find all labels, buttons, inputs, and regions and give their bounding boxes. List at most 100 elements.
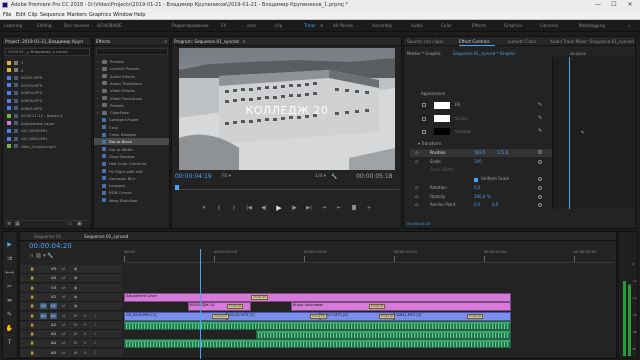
stroke-color-swatch[interactable]: [434, 115, 450, 122]
program-timecode[interactable]: 00:00:04:19: [175, 173, 212, 180]
sync-lock-icon[interactable]: ⇄: [62, 275, 65, 281]
effects-item[interactable]: Lowpass: [94, 182, 169, 189]
tab-lumetri-color[interactable]: Lumetri Color: [508, 38, 536, 45]
add-marker-icon[interactable]: ▾: [43, 253, 46, 259]
disclosure-icon[interactable]: ›: [97, 58, 99, 65]
marker-icon[interactable]: ▾: [201, 205, 207, 211]
go-to-out-icon[interactable]: ▶|: [306, 205, 312, 211]
eyedropper-icon[interactable]: ✎: [538, 102, 542, 108]
workspace-graphics[interactable]: Graphics: [504, 22, 523, 29]
solo-icon[interactable]: S: [84, 313, 86, 319]
microphone-icon[interactable]: ♪: [94, 331, 96, 337]
transition-marker[interactable]: Cross Di: [467, 313, 484, 319]
effects-menu-icon[interactable]: ≡: [164, 38, 168, 45]
go-to-in-icon[interactable]: |◀: [246, 205, 252, 211]
transition-marker[interactable]: Cross Di: [310, 313, 327, 319]
project-item[interactable]: 4: [5, 67, 89, 74]
insert-icon[interactable]: ⇥: [321, 205, 327, 211]
workspace-metalogging[interactable]: Metalogging: [579, 22, 605, 29]
rotation-value[interactable]: 0,0: [474, 185, 480, 191]
eye-icon[interactable]: ◉: [74, 275, 77, 281]
workspace-libraries[interactable]: Libraries: [540, 22, 558, 29]
lock-icon[interactable]: 🔒: [30, 275, 34, 281]
workspace-editing[interactable]: Editing: [37, 22, 52, 29]
mini-timeline[interactable]: ↖: [552, 57, 634, 209]
track-target[interactable]: V1: [40, 303, 48, 310]
disclosure-icon[interactable]: ›: [97, 109, 99, 116]
track-label[interactable]: A4: [50, 340, 57, 346]
effects-item[interactable]: Drop Shadow: [94, 153, 169, 160]
minimize-icon[interactable]: —: [590, 0, 606, 10]
program-title[interactable]: Program: Sequence 01_synced: [174, 38, 239, 45]
effects-search-input[interactable]: [96, 48, 168, 55]
disclosure-icon[interactable]: ›: [97, 73, 99, 80]
disclosure-icon[interactable]: ›: [97, 102, 99, 109]
tab-source[interactable]: Source: (no clips): [407, 38, 443, 45]
lock-icon[interactable]: 🔒: [30, 294, 34, 300]
keyframe-nav-icon[interactable]: [538, 186, 542, 190]
workspace-menu-icon[interactable]: ≡: [320, 22, 324, 29]
sync-lock-icon[interactable]: ⇄: [62, 266, 65, 272]
project-item[interactable]: 2016-11-12 - Вокал 4: [5, 112, 89, 119]
mini-playhead[interactable]: [569, 57, 570, 209]
new-bin-icon[interactable]: ▭: [67, 222, 72, 227]
project-item[interactable]: 00634.MTS: [5, 89, 89, 96]
project-item[interactable]: 00293.MTS: [5, 82, 89, 89]
out-point-icon[interactable]: }: [231, 205, 237, 211]
slip-tool-icon[interactable]: ⇹: [5, 296, 14, 305]
project-item[interactable]: 3: [5, 59, 89, 66]
in-point-icon[interactable]: {: [216, 205, 222, 211]
linked-selection-icon[interactable]: ⛓: [35, 253, 41, 259]
stopwatch-icon[interactable]: ◷: [415, 202, 419, 208]
uniform-scale-checkbox[interactable]: [474, 178, 478, 182]
keyframe-nav-icon[interactable]: [538, 160, 542, 164]
disclosure-icon[interactable]: ›: [97, 87, 99, 94]
project-item[interactable]: Glen_Canyon.mp3: [5, 143, 89, 150]
new-item-icon[interactable]: ▣: [77, 222, 82, 227]
effects-item[interactable]: Warp Stabilizer: [94, 197, 169, 204]
ripple-edit-tool-icon[interactable]: ⟷: [5, 268, 14, 277]
eyedropper-icon[interactable]: ✎: [538, 128, 542, 134]
workspace-color[interactable]: Color: [441, 22, 452, 29]
step-forward-icon[interactable]: |▶: [291, 205, 297, 211]
sync-lock-icon[interactable]: ⇄: [62, 350, 65, 356]
program-scrubber[interactable]: [175, 185, 399, 190]
maximize-icon[interactable]: ☐: [606, 0, 622, 10]
solo-icon[interactable]: S: [84, 331, 86, 337]
disclosure-icon[interactable]: ›: [97, 65, 99, 72]
lock-icon[interactable]: 🔒: [30, 313, 34, 319]
eye-icon[interactable]: ◉: [74, 294, 77, 300]
project-item[interactable]: 00291.MTS: [5, 74, 89, 81]
selection-tool-icon[interactable]: ▶: [5, 240, 14, 249]
stopwatch-icon[interactable]: ◷: [415, 194, 419, 200]
effects-item[interactable]: Dip to Black: [94, 138, 169, 146]
fit-dropdown[interactable]: Fit ▾: [222, 174, 231, 180]
time-ruler[interactable]: 00:00 00:00:05:00 00:00:10:00 00:00:15:00 00…: [124, 249, 614, 263]
video-clip-2[interactable]: 00291.MTS [V]: [226, 311, 320, 321]
position-y-value[interactable]: 571,8: [497, 150, 508, 156]
menu-markers[interactable]: Markers: [67, 11, 87, 19]
tab-audio-track-mixer[interactable]: Audio Track Mixer: Sequence 01_synced: [550, 38, 634, 45]
lock-icon[interactable]: 🔒: [30, 322, 34, 328]
type-tool-icon[interactable]: T: [5, 338, 14, 347]
transition-marker[interactable]: Cross Di: [369, 304, 386, 310]
sync-lock-icon[interactable]: ⇄: [62, 294, 65, 300]
track-header-v4[interactable]: 🔒 V4 ⇄ ◉: [20, 274, 122, 284]
effects-item[interactable]: Fast Color Corrector: [94, 160, 169, 167]
graphic-clip[interactable]: Игорь Анисимов: [290, 302, 512, 312]
transition-marker[interactable]: Cross Di: [226, 304, 244, 310]
menu-graphics[interactable]: Graphics: [89, 11, 111, 19]
project-item[interactable]: 00641.MTS: [5, 105, 89, 112]
microphone-icon[interactable]: ♪: [94, 322, 96, 328]
workspace-learning[interactable]: Learning: [4, 22, 22, 29]
track-label[interactable]: A1: [50, 312, 58, 319]
sync-lock-icon[interactable]: ⇄: [62, 331, 65, 337]
project-item[interactable]: 00635.MTS: [5, 97, 89, 104]
fill-color-swatch[interactable]: [434, 102, 450, 109]
stopwatch-icon[interactable]: ◷: [415, 150, 419, 156]
keyframe-nav-icon[interactable]: [538, 203, 542, 207]
track-label[interactable]: V5: [50, 266, 57, 272]
keyframe-nav-icon[interactable]: [538, 177, 542, 181]
lock-icon[interactable]: 🔒: [30, 285, 34, 291]
workspace-edit-ru[interactable]: Редактирование: [172, 22, 209, 29]
